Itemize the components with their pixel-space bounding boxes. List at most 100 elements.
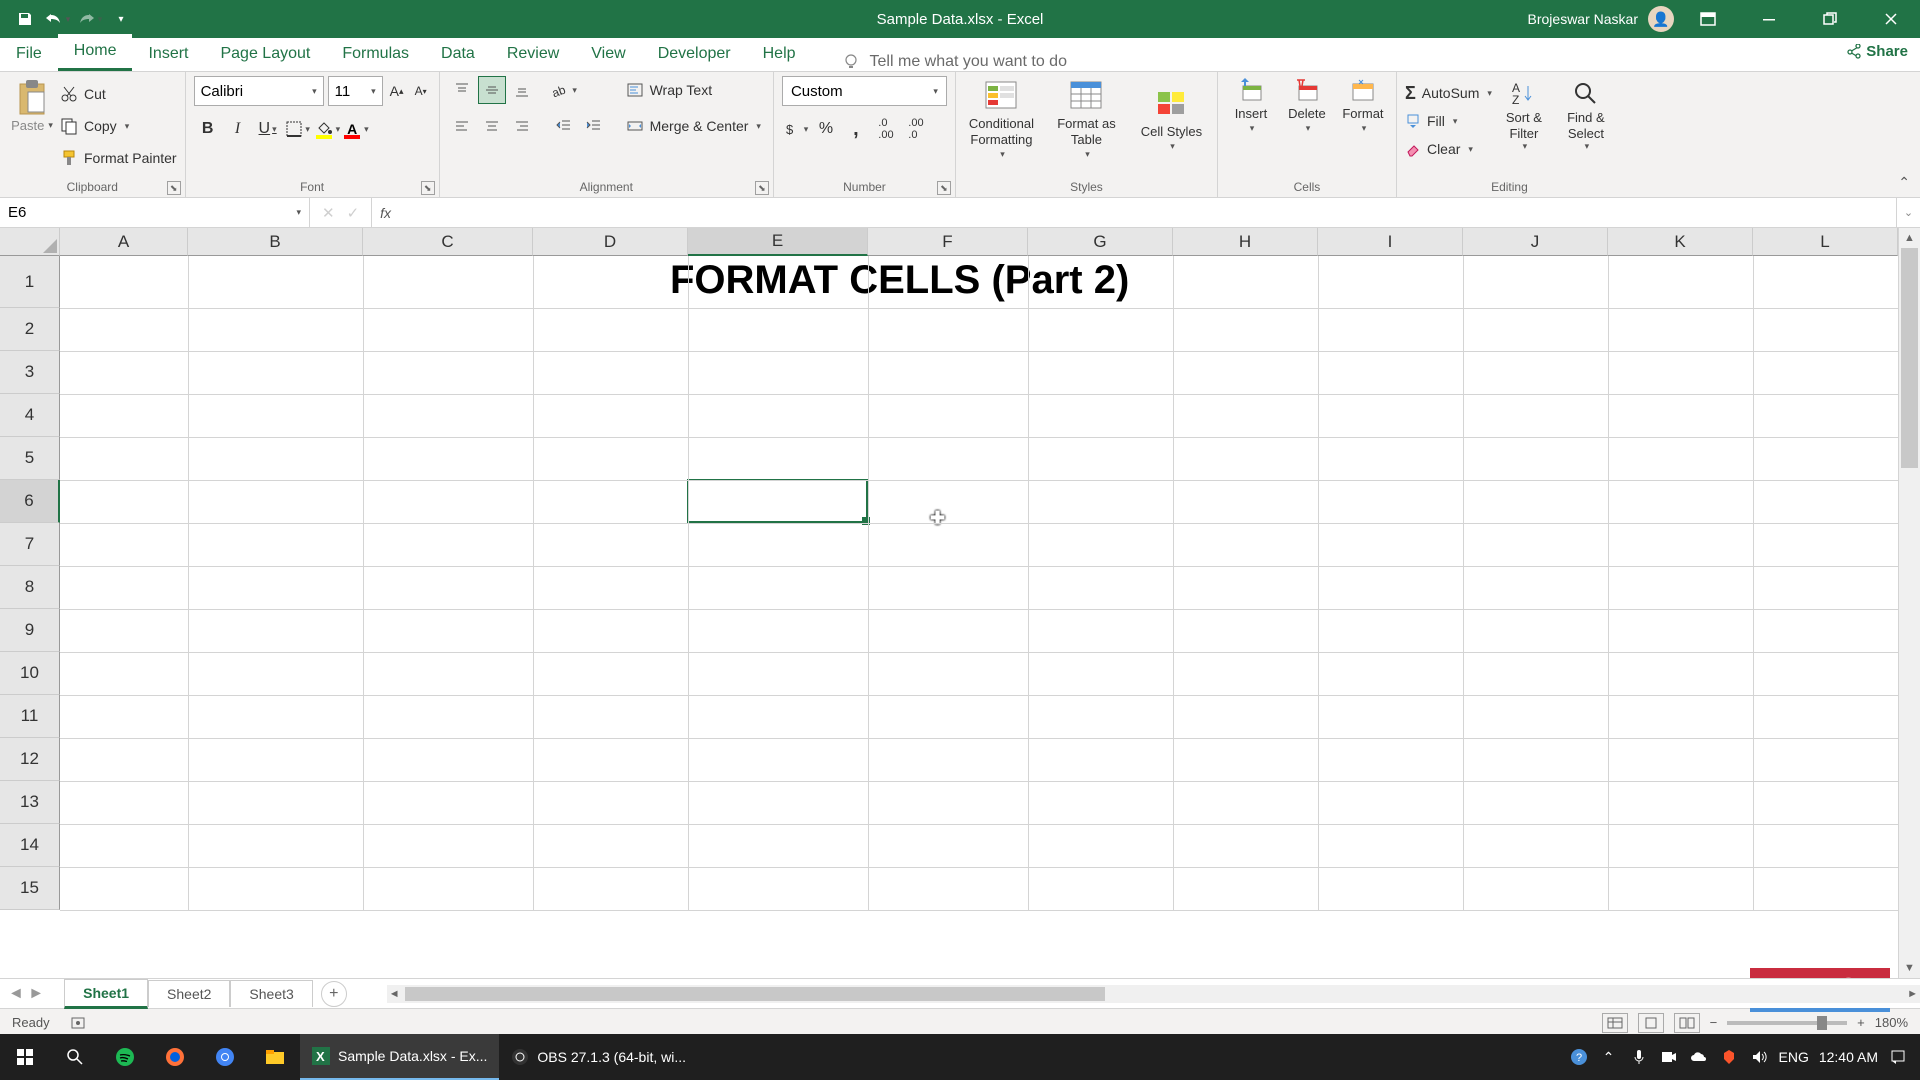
align-top-button[interactable] [448, 76, 476, 104]
align-right-button[interactable] [508, 112, 536, 140]
percent-format-button[interactable]: % [812, 114, 840, 144]
start-button[interactable] [0, 1034, 50, 1080]
row-header-14[interactable]: 14 [0, 824, 60, 867]
maximize-button[interactable] [1802, 0, 1857, 38]
font-dialog-launcher[interactable]: ⬊ [421, 181, 435, 195]
sheet-tab-2[interactable]: Sheet2 [148, 980, 230, 1007]
column-header-L[interactable]: L [1753, 228, 1898, 256]
selected-cell[interactable] [687, 479, 868, 523]
column-header-H[interactable]: H [1173, 228, 1318, 256]
tab-file[interactable]: File [0, 37, 58, 71]
decrease-indent-button[interactable] [550, 112, 578, 140]
italic-button[interactable]: I [224, 114, 252, 144]
font-color-button[interactable]: A▾ [342, 114, 369, 144]
row-header-12[interactable]: 12 [0, 738, 60, 781]
row-header-9[interactable]: 9 [0, 609, 60, 652]
tab-home[interactable]: Home [58, 34, 133, 71]
copy-button[interactable]: Copy▾ [60, 112, 177, 140]
font-size-dropdown[interactable]: 11▾ [328, 76, 383, 106]
macro-record-icon[interactable] [70, 1015, 86, 1031]
tab-review[interactable]: Review [491, 37, 575, 71]
align-middle-button[interactable] [478, 76, 506, 104]
expand-formula-bar[interactable]: ⌄ [1896, 198, 1920, 227]
close-button[interactable] [1863, 0, 1918, 38]
tray-chevron-icon[interactable]: ⌃ [1599, 1047, 1619, 1067]
tab-view[interactable]: View [575, 37, 641, 71]
vertical-scrollbar[interactable]: ▲ ▼ [1898, 228, 1920, 978]
autosum-button[interactable]: ΣAutoSum▾ [1405, 80, 1492, 106]
meet-tray-icon[interactable] [1659, 1047, 1679, 1067]
page-break-view-button[interactable] [1674, 1013, 1700, 1033]
format-as-table-button[interactable]: Format as Table▾ [1049, 76, 1124, 160]
select-all-corner[interactable] [0, 228, 60, 256]
underline-button[interactable]: U▾ [254, 114, 282, 144]
row-header-3[interactable]: 3 [0, 351, 60, 394]
zoom-thumb[interactable] [1817, 1016, 1827, 1030]
row-header-1[interactable]: 1 [0, 256, 60, 308]
qat-customize-icon[interactable]: ▾ [106, 4, 136, 34]
font-name-dropdown[interactable]: Calibri▾ [194, 76, 324, 106]
redo-icon[interactable]: ▾ [74, 4, 104, 34]
column-header-B[interactable]: B [188, 228, 363, 256]
wrap-text-button[interactable]: Wrap Text [622, 76, 765, 104]
column-header-I[interactable]: I [1318, 228, 1463, 256]
column-header-K[interactable]: K [1608, 228, 1753, 256]
decrease-font-button[interactable]: A▾ [411, 76, 431, 106]
user-avatar[interactable]: 👤 [1648, 6, 1674, 32]
increase-indent-button[interactable] [580, 112, 608, 140]
save-icon[interactable] [10, 4, 40, 34]
firefox-icon[interactable] [150, 1034, 200, 1080]
language-indicator[interactable]: ENG [1779, 1049, 1809, 1065]
paste-button[interactable]: Paste▾ [11, 118, 53, 133]
row-header-10[interactable]: 10 [0, 652, 60, 695]
column-header-D[interactable]: D [533, 228, 688, 256]
ribbon-display-icon[interactable] [1680, 0, 1735, 38]
column-header-G[interactable]: G [1028, 228, 1173, 256]
row-header-2[interactable]: 2 [0, 308, 60, 351]
fill-color-button[interactable]: ▾ [314, 114, 341, 144]
name-box-dropdown[interactable]: ▾ [294, 207, 301, 218]
sort-filter-button[interactable]: AZ Sort & Filter▾ [1496, 78, 1552, 176]
accounting-format-button[interactable]: $▾ [782, 114, 810, 144]
merge-center-button[interactable]: Merge & Center▾ [622, 112, 765, 140]
number-format-dropdown[interactable]: Custom▾ [782, 76, 947, 106]
column-header-A[interactable]: A [60, 228, 188, 256]
row-header-11[interactable]: 11 [0, 695, 60, 738]
decrease-decimal-button[interactable]: .00.0 [902, 114, 930, 144]
spotify-icon[interactable] [100, 1034, 150, 1080]
alignment-dialog-launcher[interactable]: ⬊ [755, 181, 769, 195]
tab-help[interactable]: Help [747, 37, 812, 71]
taskbar-app-excel[interactable]: X Sample Data.xlsx - Ex... [300, 1034, 499, 1080]
insert-cells-button[interactable]: Insert▾ [1226, 76, 1276, 134]
zoom-out-button[interactable]: − [1710, 1015, 1718, 1030]
vscroll-thumb[interactable] [1901, 248, 1918, 468]
column-header-F[interactable]: F [868, 228, 1028, 256]
format-painter-button[interactable]: Format Painter [60, 144, 177, 172]
column-header-J[interactable]: J [1463, 228, 1608, 256]
share-button[interactable]: Share [1846, 43, 1908, 60]
taskbar-app-obs[interactable]: OBS 27.1.3 (64-bit, wi... [499, 1034, 698, 1080]
minimize-button[interactable] [1741, 0, 1796, 38]
formula-input[interactable] [399, 198, 1896, 227]
fill-button[interactable]: Fill▾ [1405, 108, 1492, 134]
zoom-slider[interactable] [1727, 1021, 1847, 1025]
collapse-ribbon-button[interactable]: ⌃ [1898, 174, 1910, 191]
tab-insert[interactable]: Insert [132, 37, 204, 71]
fx-icon[interactable]: fx [372, 198, 399, 227]
undo-icon[interactable]: ▾ [42, 4, 72, 34]
cell-styles-button[interactable]: Cell Styles▾ [1134, 76, 1209, 160]
name-box[interactable]: ▾ [0, 198, 310, 227]
chrome-icon[interactable] [200, 1034, 250, 1080]
row-header-15[interactable]: 15 [0, 867, 60, 910]
cells-area[interactable]: FORMAT CELLS (Part 2) ✚ [60, 256, 1920, 910]
row-header-13[interactable]: 13 [0, 781, 60, 824]
tab-data[interactable]: Data [425, 37, 491, 71]
sheet-tab-1[interactable]: Sheet1 [64, 979, 148, 1009]
notifications-icon[interactable] [1888, 1047, 1908, 1067]
sheet-tab-3[interactable]: Sheet3 [230, 980, 312, 1007]
tab-formulas[interactable]: Formulas [326, 37, 425, 71]
zoom-level[interactable]: 180% [1875, 1015, 1908, 1030]
row-header-6[interactable]: 6 [0, 480, 60, 523]
onedrive-tray-icon[interactable] [1689, 1047, 1709, 1067]
bold-button[interactable]: B [194, 114, 222, 144]
